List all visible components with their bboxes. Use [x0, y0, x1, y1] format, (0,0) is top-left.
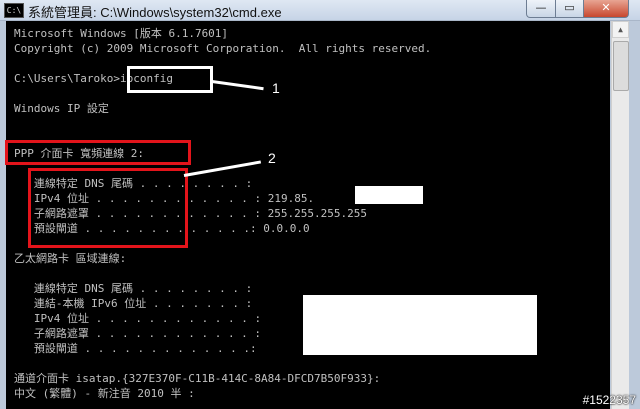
annotation-label-1: 1	[272, 80, 280, 96]
close-button[interactable]: ✕	[583, 0, 629, 18]
console-line: Microsoft Windows [版本 6.1.7601]	[14, 27, 229, 40]
window-title: 系統管理員: C:\Windows\system32\cmd.exe	[28, 5, 282, 20]
console-line: 乙太網路卡 區域連線:	[14, 252, 127, 265]
console-line: 子網路遮罩 . . . . . . . . . . . . :	[14, 327, 262, 340]
scrollbar-thumb[interactable]	[613, 41, 629, 91]
watermark: #1522357	[582, 393, 636, 407]
scroll-up-icon[interactable]: ▲	[612, 21, 629, 38]
console-line: Copyright (c) 2009 Microsoft Corporation…	[14, 42, 432, 55]
console-line: 通道介面卡 isatap.{327E370F-C11B-414C-8A84-DF…	[14, 372, 381, 385]
console-line: 中文 (繁體) - 新注音 2010 半 :	[14, 387, 195, 400]
highlight-box-ppp-details	[28, 168, 188, 248]
redaction-block	[355, 186, 423, 204]
cmd-icon: C:\	[4, 3, 24, 18]
highlight-box-ipconfig	[127, 66, 213, 93]
highlight-box-ppp-adapter	[5, 140, 191, 165]
minimize-button[interactable]: —	[526, 0, 556, 18]
console-line: 連結-本機 IPv6 位址 . . . . . . . :	[14, 297, 253, 310]
annotation-label-2: 2	[268, 150, 276, 166]
vertical-scrollbar[interactable]: ▲	[611, 21, 629, 409]
redaction-block	[303, 295, 537, 355]
maximize-button[interactable]: ▭	[555, 0, 584, 18]
console-line: IPv4 位址 . . . . . . . . . . . . :	[14, 312, 262, 325]
console-line: 預設閘道 . . . . . . . . . . . . .:	[14, 342, 257, 355]
console-line: 連線特定 DNS 尾碼 . . . . . . . . :	[14, 282, 253, 295]
window-frame	[629, 21, 640, 409]
title-bar[interactable]: C:\ 系統管理員: C:\Windows\system32\cmd.exe —…	[0, 0, 640, 21]
console-line: Windows IP 設定	[14, 102, 109, 115]
